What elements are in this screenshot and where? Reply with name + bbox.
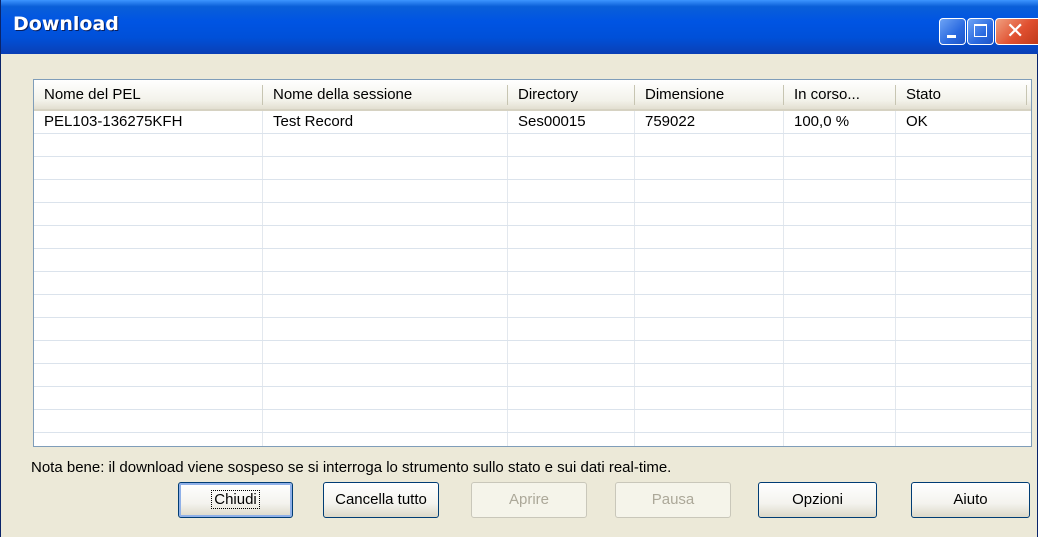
close-window-button[interactable]: ✕ <box>995 18 1038 45</box>
column-header-pel-name[interactable]: Nome del PEL <box>34 80 262 109</box>
table-row[interactable]: PEL103-136275KFH Test Record Ses00015 75… <box>34 111 1031 134</box>
clear-all-button-label: Cancella tutto <box>335 491 427 508</box>
empty-row <box>34 433 1031 446</box>
column-header-size[interactable]: Dimensione <box>635 80 783 109</box>
cell-pel-name: PEL103-136275KFH <box>44 113 183 130</box>
cell-size: 759022 <box>645 113 696 130</box>
open-button[interactable]: Aprire <box>471 482 587 518</box>
close-icon: ✕ <box>1006 19 1025 44</box>
empty-row <box>34 318 1031 341</box>
maximize-button[interactable] <box>967 18 994 45</box>
window-title: Download <box>13 13 119 35</box>
column-header-progress[interactable]: In corso... <box>784 80 895 109</box>
empty-row <box>34 387 1031 410</box>
empty-row <box>34 341 1031 364</box>
maximize-icon <box>974 24 987 37</box>
options-button-label: Opzioni <box>792 491 843 508</box>
empty-row <box>34 295 1031 318</box>
download-list[interactable]: Nome del PEL Nome della sessione Directo… <box>33 79 1032 447</box>
download-dialog: Download ✕ Nome del PEL Nome della sessi… <box>0 0 1038 537</box>
empty-row <box>34 410 1031 433</box>
empty-row <box>34 249 1031 272</box>
minimize-button[interactable] <box>939 18 966 45</box>
help-button[interactable]: Aiuto <box>911 482 1030 518</box>
clear-all-button[interactable]: Cancella tutto <box>323 482 439 518</box>
cell-status: OK <box>906 113 928 130</box>
cell-directory: Ses00015 <box>518 113 586 130</box>
close-button[interactable]: Chiudi <box>178 482 293 518</box>
column-header-session-name[interactable]: Nome della sessione <box>263 80 507 109</box>
cell-session-name: Test Record <box>273 113 354 130</box>
open-button-label: Aprire <box>508 491 549 508</box>
empty-row <box>34 134 1031 157</box>
pause-button-label: Pausa <box>651 491 695 508</box>
list-header: Nome del PEL Nome della sessione Directo… <box>34 80 1031 111</box>
pause-button[interactable]: Pausa <box>615 482 731 518</box>
options-button[interactable]: Opzioni <box>758 482 877 518</box>
empty-row <box>34 364 1031 387</box>
cell-progress: 100,0 % <box>794 113 850 130</box>
help-button-label: Aiuto <box>953 491 988 508</box>
empty-row <box>34 180 1031 203</box>
column-header-status[interactable]: Stato <box>896 80 1026 109</box>
column-divider[interactable] <box>1026 85 1027 105</box>
close-button-label: Chiudi <box>211 490 260 509</box>
empty-row <box>34 226 1031 249</box>
title-bar[interactable]: Download ✕ <box>1 0 1038 54</box>
empty-row <box>34 203 1031 226</box>
empty-row <box>34 272 1031 295</box>
note-text: Nota bene: il download viene sospeso se … <box>31 459 672 476</box>
minimize-icon <box>947 35 956 38</box>
column-header-directory[interactable]: Directory <box>508 80 634 109</box>
empty-row <box>34 157 1031 180</box>
